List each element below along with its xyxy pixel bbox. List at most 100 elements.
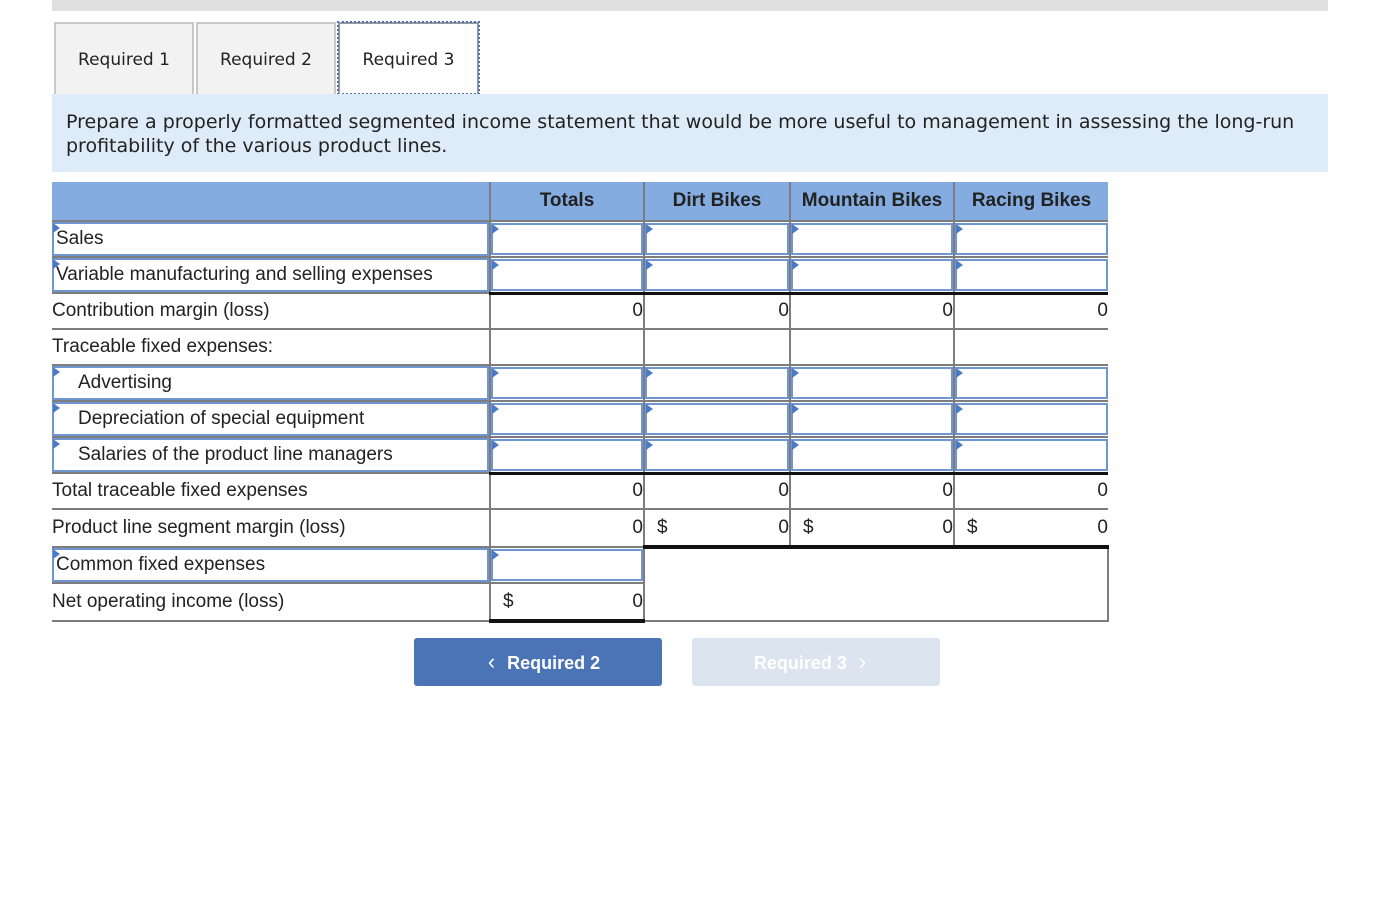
column-header-totals: Totals [489,182,644,222]
variable-racing-bikes-input[interactable] [957,260,1106,289]
column-header-racing-bikes: Racing Bikes [953,182,1108,222]
salaries-racing-bikes-input[interactable] [957,440,1106,469]
input-flag-icon [53,403,60,413]
row-label-total-traceable: Total traceable fixed expenses [52,473,490,510]
tab-bar: Required 1 Required 2 Required 3 [54,21,481,95]
contribution-mountain-bikes-value: 0 [789,291,954,330]
input-flag-icon [646,368,653,378]
input-flag-icon [53,367,60,377]
input-flag-icon [53,259,60,269]
salaries-dirt-bikes-input[interactable] [647,440,787,469]
row-label-input-variable-expenses[interactable]: Variable manufacturing and selling expen… [52,258,489,292]
sales-dirt-bikes-input[interactable] [647,225,787,253]
instruction-text: Prepare a properly formatted segmented i… [52,94,1328,172]
table-row-salaries: Salaries of the product line managers [52,437,1108,474]
input-flag-icon [956,259,963,270]
input-flag-icon [956,224,963,234]
advertising-racing-bikes-input[interactable] [957,369,1106,397]
row-label-input-common-fixed[interactable]: Common fixed expenses [52,548,489,582]
row-label-input-depreciation[interactable]: Depreciation of special equipment [52,402,489,436]
empty-cell [789,328,954,366]
table-row-variable-expenses: Variable manufacturing and selling expen… [52,257,1108,294]
empty-cell [953,328,1108,366]
input-flag-icon [53,439,60,449]
empty-cell [643,328,790,366]
header-blank [52,182,490,222]
depreciation-totals-input[interactable] [493,405,641,433]
row-label-input-advertising[interactable]: Advertising [52,366,489,400]
sales-mountain-bikes-input[interactable] [793,225,951,253]
sales-racing-bikes-input[interactable] [957,225,1106,253]
column-header-dirt-bikes: Dirt Bikes [643,182,790,222]
depreciation-racing-bikes-input[interactable] [957,405,1106,433]
row-label: Salaries of the product line managers [78,444,393,465]
depreciation-dirt-bikes-input[interactable] [647,405,787,433]
segmented-income-statement: Totals Dirt Bikes Mountain Bikes Racing … [52,182,1109,623]
tab-required-2[interactable]: Required 2 [196,22,336,94]
variable-totals-input[interactable] [493,260,641,289]
contribution-racing-bikes-value: 0 [953,291,1108,330]
currency-symbol: $ [657,516,668,538]
input-flag-icon [792,224,799,234]
top-bar [52,0,1328,11]
advertising-dirt-bikes-input[interactable] [647,369,787,397]
table-row-segment-margin: Product line segment margin (loss) 0 $0 … [52,508,1108,549]
input-flag-icon [792,368,799,378]
input-flag-icon [646,404,653,414]
variable-dirt-bikes-input[interactable] [647,260,787,289]
total-traceable-mountain-bikes-value: 0 [789,471,954,510]
input-flag-icon [956,368,963,378]
row-label: Depreciation of special equipment [78,408,365,429]
row-label: Sales [56,228,104,249]
next-required-3-button[interactable]: Required 3 › [692,638,940,686]
total-traceable-dirt-bikes-value: 0 [643,471,790,510]
input-flag-icon [492,439,499,450]
common-fixed-totals-input[interactable] [493,551,641,579]
input-flag-icon [956,439,963,450]
table-row-sales: Sales [52,221,1108,258]
segment-margin-racing-bikes-cell: $0 [953,508,1108,549]
input-flag-icon [646,224,653,234]
input-flag-icon [492,259,499,270]
input-flag-icon [792,404,799,414]
input-flag-icon [646,439,653,450]
segment-margin-mountain-bikes-value: 0 [942,516,953,538]
previous-required-2-button[interactable]: ‹ Required 2 [414,638,662,686]
input-flag-icon [792,439,799,450]
row-label-traceable-fixed-expenses: Traceable fixed expenses: [52,328,490,366]
salaries-totals-input[interactable] [493,440,641,469]
input-flag-icon [492,550,499,560]
row-label-segment-margin: Product line segment margin (loss) [52,508,490,548]
segment-margin-mountain-bikes-cell: $0 [789,508,954,549]
contribution-totals-value: 0 [489,291,644,330]
column-header-mountain-bikes: Mountain Bikes [789,182,954,222]
total-traceable-totals-value: 0 [489,471,644,510]
input-flag-icon [53,223,60,233]
row-label-net-operating-income: Net operating income (loss) [52,582,490,622]
empty-area [643,547,1109,622]
segment-margin-racing-bikes-value: 0 [1097,516,1108,538]
total-traceable-racing-bikes-value: 0 [953,471,1108,510]
row-label: Advertising [78,372,172,393]
tab-required-3[interactable]: Required 3 [337,21,480,95]
row-label-input-sales[interactable]: Sales [52,222,489,256]
sales-totals-input[interactable] [493,225,641,253]
salaries-mountain-bikes-input[interactable] [793,440,951,469]
input-flag-icon [792,259,799,270]
prev-button-label: Required 2 [507,653,601,673]
table-row-depreciation: Depreciation of special equipment [52,401,1108,438]
row-label: Variable manufacturing and selling expen… [56,264,433,285]
input-flag-icon [646,259,653,270]
input-flag-icon [492,404,499,414]
row-label-input-salaries[interactable]: Salaries of the product line managers [52,438,489,472]
net-operating-income-totals-cell: $0 [489,582,644,623]
depreciation-mountain-bikes-input[interactable] [793,405,951,433]
advertising-mountain-bikes-input[interactable] [793,369,951,397]
table-row-common-fixed: Common fixed expenses [52,547,1109,622]
row-label: Common fixed expenses [56,554,266,575]
advertising-totals-input[interactable] [493,369,641,397]
variable-mountain-bikes-input[interactable] [793,260,951,289]
tab-required-1[interactable]: Required 1 [54,22,194,94]
input-flag-icon [956,404,963,414]
table-row-contribution-margin: Contribution margin (loss) 0 0 0 0 [52,291,1108,330]
